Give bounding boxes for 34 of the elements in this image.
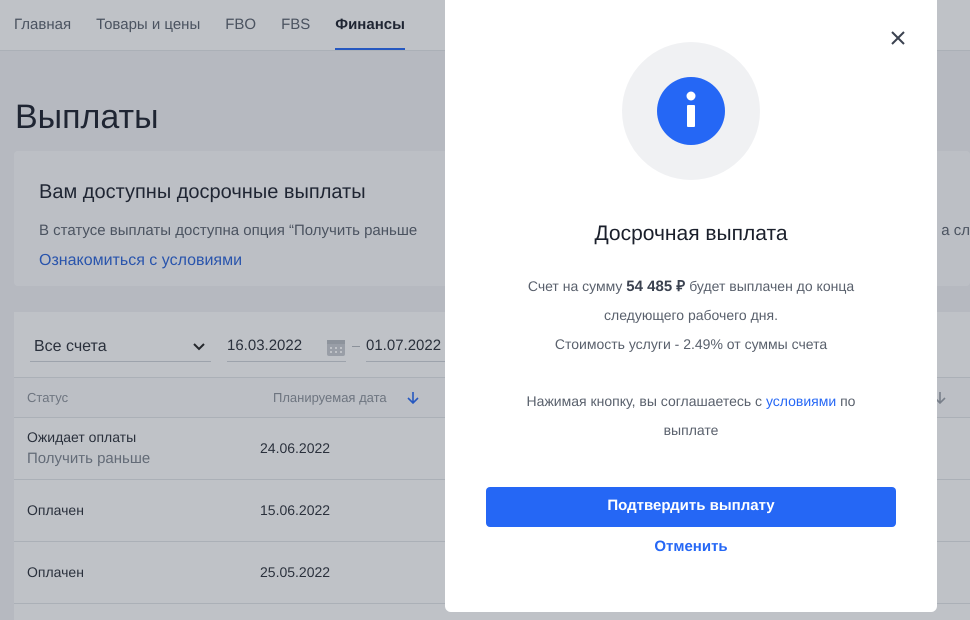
banner-text: В статусе выплаты доступна опция “Получить раньше (39, 221, 418, 241)
banner-text: а сл (941, 221, 970, 241)
status-cell-text: Ожидает оплаты (27, 428, 138, 447)
nav-tab[interactable]: FBO (225, 14, 256, 50)
date-cell-text: 15.06.2022 (260, 501, 330, 520)
modal-text: Стоимость услуги - 2.49% от суммы счета (554, 334, 828, 354)
status-cell-text: Оплачен (27, 501, 85, 520)
chevron-down-icon (193, 342, 205, 350)
nav-tab[interactable]: Главная (14, 14, 72, 50)
sort-arrow-icon[interactable] (934, 390, 946, 404)
modal-text: Счет на сумму 54 485 ₽ будет выплачен до конца следующего рабочего дня. (526, 276, 856, 325)
banner-title: Вам доступны досрочные выплаты (39, 180, 367, 205)
get-earlier-link[interactable]: Получить раньше (27, 448, 260, 470)
confirm-button[interactable]: Подтвердить выплату (486, 486, 896, 526)
nav-tab[interactable]: Финансы (335, 14, 405, 50)
date-cell-text: 25.05.2022 (260, 563, 330, 582)
sort-arrow-icon[interactable] (406, 390, 419, 404)
dash-icon (352, 346, 360, 347)
date-from-field[interactable]: 16.03.2022 (227, 332, 346, 362)
page-title: Выплаты (15, 100, 159, 134)
column-header[interactable]: Статус (27, 388, 68, 408)
modal-title: Досрочная выплата (594, 221, 788, 247)
conditions-link[interactable]: Ознакомиться с условиями (39, 248, 242, 272)
info-icon (657, 77, 725, 145)
nav-tab[interactable]: Товары и цены (96, 14, 200, 50)
close-icon[interactable] (891, 31, 905, 45)
conditions-link[interactable]: условиями (766, 392, 836, 408)
column-header[interactable]: Планируемая дата (273, 388, 387, 408)
date-cell-text: 24.06.2022 (260, 439, 330, 458)
cancel-button[interactable]: Отменить (654, 536, 728, 558)
consent-text: Нажимая кнопку, вы соглашаетесь с условиями по выплате (526, 392, 856, 440)
status-cell-text: Оплачен (27, 563, 85, 582)
nav-tab[interactable]: FBS (281, 14, 310, 50)
account-select[interactable]: Все счета (30, 332, 211, 362)
